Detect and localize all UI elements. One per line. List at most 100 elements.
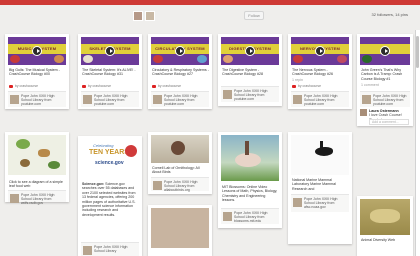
pin-source[interactable]: Pope John XXIII High School Library from… [151, 91, 209, 107]
avatar[interactable] [293, 198, 302, 207]
pin-card[interactable]: Cornell Lab of Ornithology: All About Bi… [148, 132, 212, 194]
pin-source[interactable]: Pope John XXIII High School Library from… [8, 91, 66, 107]
badge-text: Celebrating [93, 143, 114, 148]
pin-card[interactable] [148, 205, 212, 256]
pin-video-thumbnail[interactable]: SKELETAL SYSTEM [81, 37, 139, 65]
avatar[interactable] [223, 212, 232, 221]
pin-video-thumbnail[interactable]: NERVOUS SYSTEM [291, 37, 349, 65]
youtube-icon [292, 84, 296, 88]
board-avatars [133, 11, 155, 21]
orca-photo[interactable] [291, 135, 349, 175]
avatar[interactable] [153, 95, 162, 104]
avatar[interactable] [145, 11, 155, 21]
leaf-illustration [48, 161, 60, 169]
credit-link[interactable]: by crashcourse [298, 84, 321, 88]
pin-source[interactable]: Pope John XXIII High School Library from… [221, 208, 279, 224]
pin-credit: by crashcourse [82, 84, 139, 88]
pin-source[interactable]: Pope John XXIII High School Library from… [8, 190, 66, 205]
avatar[interactable] [83, 246, 92, 255]
youtube-icon [82, 84, 86, 88]
pin-description: Click to see a diagram of a simple leaf … [9, 180, 63, 189]
play-icon[interactable] [32, 46, 42, 56]
orca-fin [320, 141, 323, 149]
credit-link[interactable]: by crashcourse [15, 84, 38, 88]
animal-diversity-photo[interactable] [360, 199, 410, 235]
play-icon[interactable] [105, 46, 115, 56]
pin-card[interactable]: National Marine Mammal Laboratory Marine… [288, 132, 352, 244]
play-icon[interactable] [380, 46, 390, 56]
avatar[interactable] [133, 11, 143, 21]
comment-author[interactable]: Laura Ostermann [369, 109, 399, 113]
avatar[interactable] [153, 181, 162, 190]
play-icon[interactable] [175, 46, 185, 56]
orca-illustration [315, 147, 333, 156]
pin-source[interactable]: Pope John XXIII High School Library from… [221, 86, 279, 102]
top-accent-bar [0, 0, 420, 5]
thumbnail-art [10, 55, 20, 63]
youtube-icon [152, 84, 156, 88]
pin-description: Animal Diversity Web [361, 238, 396, 242]
pin-source[interactable]: Pope John XXIII High School Library from… [81, 91, 139, 107]
pin-source[interactable]: Pope John XXIII High School Library from… [151, 177, 209, 193]
pin-description: The Digestive System - CrashCourse Biolo… [222, 68, 263, 77]
pin-description: National Marine Mammal Laboratory Marine… [292, 178, 336, 191]
pin-source[interactable]: Pope John XXIII High School Library from… [360, 91, 410, 107]
food-web-diagram[interactable] [8, 135, 66, 175]
pin-video-thumbnail[interactable]: DIGESTIVE SYSTEM [221, 37, 279, 65]
animal-illustration [20, 159, 30, 167]
source-text: Pope John XXIII High School Library from… [373, 94, 408, 107]
avatar[interactable] [360, 109, 367, 116]
avatar[interactable] [293, 95, 302, 104]
thumbnail-art [337, 55, 347, 63]
balloon-icon [125, 145, 137, 157]
avatar[interactable] [10, 95, 19, 104]
source-name[interactable]: Pope John XXIII High School Library [94, 245, 127, 253]
thumbnail-art [223, 55, 233, 63]
pin-video-thumbnail[interactable]: CIRCULATORY SYSTEM [151, 37, 209, 65]
pin-card[interactable]: MUSICAL SYSTEM Big Gulls: The Musical Sy… [5, 34, 69, 109]
source-text: Pope John XXIII High School Library from… [304, 94, 347, 107]
pin-image[interactable] [151, 208, 209, 248]
avatar[interactable] [83, 95, 92, 104]
source-text: Pope John XXIII High School Library from… [164, 180, 207, 193]
science-gov-badge[interactable]: Celebrating TEN YEARS science.gov [81, 139, 139, 179]
pin-source[interactable]: Pope John XXIII High School Library from… [291, 91, 349, 107]
mit-blossoms-photo[interactable] [221, 135, 279, 181]
animal-illustration [370, 209, 400, 223]
credit-link[interactable]: by crashcourse [158, 84, 181, 88]
play-icon[interactable] [245, 46, 255, 56]
avatar[interactable] [10, 194, 19, 203]
source-text: Pope John XXIII High School Library from… [304, 197, 347, 210]
pin-card[interactable]: John Green's That's Why Carbon is A Tram… [357, 34, 413, 126]
pin-card[interactable]: Celebrating TEN YEARS science.gov Scienc… [78, 136, 142, 256]
source-text: Pope John XXIII High School Library [94, 245, 137, 253]
comment-input[interactable]: Add a comment... [369, 119, 409, 125]
source-text: Pope John XXIII High School Library from… [21, 193, 64, 206]
pin-card[interactable]: Click to see a diagram of a simple leaf … [5, 132, 69, 205]
bird-photo[interactable] [151, 135, 209, 163]
pin-description: Circulatory & Respiratory Systems - Cras… [152, 68, 209, 77]
credit-link[interactable]: by crashcourse [88, 84, 111, 88]
desc-body: Science.gov searches over 55 databases a… [82, 182, 136, 217]
pin-description: The Nervous System - CrashCourse Biology… [292, 68, 333, 77]
pin-card[interactable]: Animal Diversity Web [357, 196, 413, 256]
pin-card[interactable]: SKELETAL SYSTEM The Skeletal System: It'… [78, 34, 142, 109]
pin-credit: by crashcourse [152, 84, 209, 88]
pin-description: Big Gulls: The Musical System - CrashCou… [9, 68, 60, 77]
avatar[interactable] [362, 95, 371, 104]
pin-card[interactable]: MIT Blossoms: Online Video Lessons of Ma… [218, 132, 282, 228]
thumbnail-art [153, 55, 163, 63]
play-icon[interactable] [315, 46, 325, 56]
pin-card[interactable]: NERVOUS SYSTEM The Nervous System - Cras… [288, 34, 352, 109]
scrollbar-thumb[interactable] [416, 36, 419, 68]
badge-text: science.gov [95, 160, 124, 166]
pin-card[interactable]: DIGESTIVE SYSTEM The Digestive System - … [218, 34, 282, 106]
pin-video-thumbnail[interactable] [360, 37, 410, 65]
follow-button[interactable]: Follow [244, 11, 264, 20]
pin-card[interactable]: CIRCULATORY SYSTEM Circulatory & Respira… [148, 34, 212, 109]
avatar[interactable] [223, 90, 232, 99]
thumbnail-art [83, 55, 93, 63]
pin-source[interactable]: Pope John XXIII High School Library from… [291, 194, 349, 212]
pin-video-thumbnail[interactable]: MUSICAL SYSTEM [8, 37, 66, 65]
pin-source[interactable]: Pope John XXIII High School Library [81, 242, 139, 256]
